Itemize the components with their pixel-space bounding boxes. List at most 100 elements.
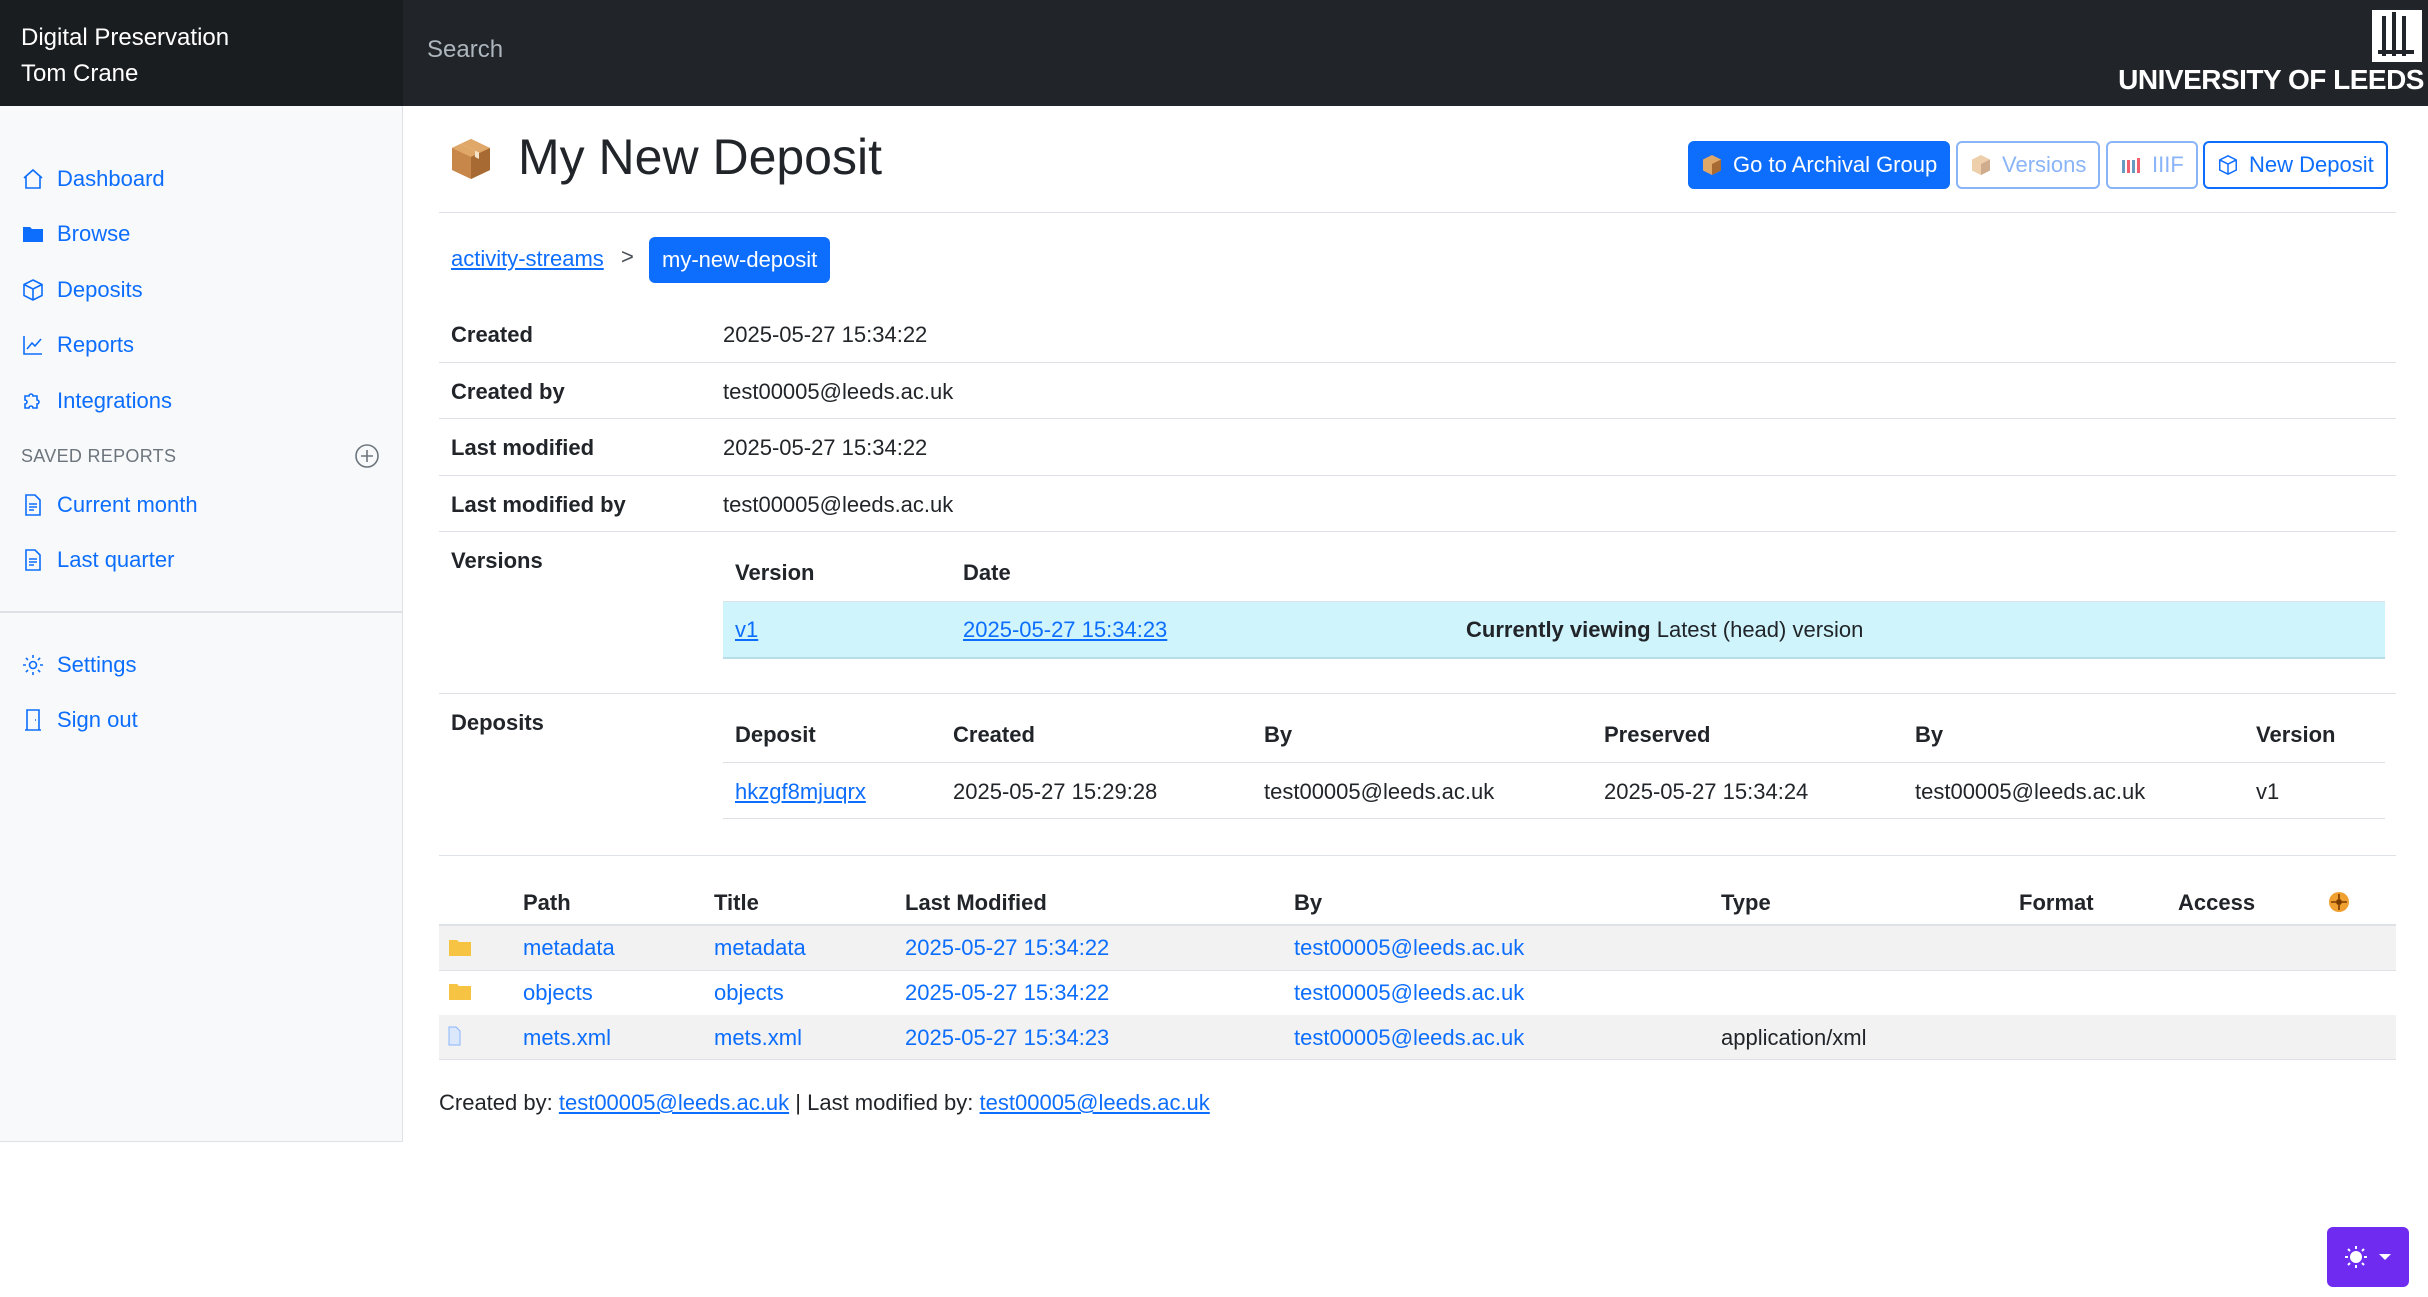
deposit-created: 2025-05-27 15:29:28 xyxy=(953,779,1158,804)
file-title-link[interactable]: mets.xml xyxy=(714,1025,802,1051)
deposit-preserved: 2025-05-27 15:34:24 xyxy=(1604,779,1809,804)
deposits-header-preserved: Preserved xyxy=(1604,722,1711,747)
created-by-label: Created by xyxy=(451,379,565,404)
package-icon xyxy=(1972,155,1990,175)
button-label: Versions xyxy=(2002,152,2087,177)
university-name: UNIVERSITY OF LEEDS xyxy=(2118,64,2424,95)
sidebar-item-label: Reports xyxy=(57,332,135,357)
house-icon xyxy=(23,168,43,189)
sun-icon xyxy=(2345,1246,2367,1268)
breadcrumb-current: my-new-deposit xyxy=(649,237,831,283)
file-modified[interactable]: 2025-05-27 15:34:22 xyxy=(905,935,1109,961)
sidebar-item-label: Settings xyxy=(57,652,137,677)
sidebar-item-last-quarter[interactable]: Last quarter xyxy=(21,540,174,580)
file-by[interactable]: test00005@leeds.ac.uk xyxy=(1294,1025,1524,1051)
sidebar-item-browse[interactable]: Browse xyxy=(21,214,130,254)
iiif-logo-icon xyxy=(2122,158,2140,173)
deposits-header-by2: By xyxy=(1915,722,1944,747)
file-by[interactable]: test00005@leeds.ac.uk xyxy=(1294,935,1524,961)
footer-separator: | xyxy=(795,1090,801,1115)
app-name: Digital Preservation xyxy=(21,24,230,51)
version-status: Currently viewing Latest (head) version xyxy=(1466,617,1863,643)
created-by-value: test00005@leeds.ac.uk xyxy=(723,379,954,404)
row-divider xyxy=(439,693,2396,694)
sidebar-item-label: Integrations xyxy=(57,388,172,413)
page-title: My New Deposit xyxy=(518,129,882,185)
currently-viewing-label: Currently viewing xyxy=(1466,617,1651,642)
sidebar-item-sign-out[interactable]: Sign out xyxy=(21,700,138,740)
file-modified[interactable]: 2025-05-27 15:34:22 xyxy=(905,980,1109,1006)
sidebar-item-label: Dashboard xyxy=(57,166,165,191)
row-divider xyxy=(439,475,2396,476)
files-header-path: Path xyxy=(523,890,571,915)
gear-icon xyxy=(23,655,43,675)
deposits-header-by: By xyxy=(1264,722,1293,747)
created-label: Created xyxy=(451,322,533,347)
sidebar-item-settings[interactable]: Settings xyxy=(21,645,137,685)
sidebar-item-integrations[interactable]: Integrations xyxy=(21,381,172,421)
deposit-version: v1 xyxy=(2256,779,2280,804)
user-name: Tom Crane xyxy=(21,60,139,87)
go-to-archival-group-button[interactable]: Go to Archival Group xyxy=(1688,141,1951,189)
page-footer: Created by: test00005@leeds.ac.uk | Last… xyxy=(439,1090,1210,1116)
puzzle-icon xyxy=(24,393,40,409)
footer-created-label: Created by: xyxy=(439,1090,553,1115)
breadcrumb-separator: > xyxy=(621,244,634,269)
created-value: 2025-05-27 15:34:22 xyxy=(723,322,928,347)
version-status-text: Latest (head) version xyxy=(1656,617,1864,642)
file-path-link[interactable]: mets.xml xyxy=(523,1025,611,1051)
file-modified[interactable]: 2025-05-27 15:34:23 xyxy=(905,1025,1109,1051)
package-icon xyxy=(1703,155,1721,175)
row-divider xyxy=(723,818,2385,819)
door-icon xyxy=(25,709,41,731)
folder-icon xyxy=(23,227,43,242)
iiif-button[interactable]: IIIF xyxy=(2106,141,2198,189)
last-modified-label: Last modified xyxy=(451,435,595,460)
sidebar-item-dashboard[interactable]: Dashboard xyxy=(21,159,165,199)
file-path-link[interactable]: metadata xyxy=(523,935,615,961)
sidebar-item-current-month[interactable]: Current month xyxy=(21,485,198,525)
file-path-link[interactable]: objects xyxy=(523,980,593,1006)
sidebar-item-deposits[interactable]: Deposits xyxy=(21,270,143,310)
versions-header-date: Date xyxy=(963,560,1011,585)
row-divider xyxy=(723,762,2385,763)
file-type: application/xml xyxy=(1721,1025,1867,1050)
deposit-preserved-by: test00005@leeds.ac.uk xyxy=(1915,779,2146,804)
last-modified-by-value: test00005@leeds.ac.uk xyxy=(723,492,954,517)
new-deposit-button[interactable]: New Deposit xyxy=(2203,141,2388,189)
version-date-link[interactable]: 2025-05-27 15:34:23 xyxy=(963,617,1167,643)
section-divider xyxy=(439,855,2396,856)
deposit-link[interactable]: hkzgf8mjuqrx xyxy=(735,779,866,805)
file-icon xyxy=(448,1026,461,1046)
sidebar-item-label: Deposits xyxy=(57,277,143,302)
document-icon xyxy=(25,549,41,571)
university-crest-icon xyxy=(2372,10,2422,62)
last-modified-by-label: Last modified by xyxy=(451,492,626,517)
row-divider xyxy=(439,362,2396,363)
brand[interactable]: Digital Preservation Tom Crane xyxy=(0,0,403,106)
file-by[interactable]: test00005@leeds.ac.uk xyxy=(1294,980,1524,1006)
saved-reports-header: SAVED REPORTS xyxy=(21,446,177,466)
search-input[interactable]: Search xyxy=(427,36,503,64)
file-title-link[interactable]: metadata xyxy=(714,935,806,961)
sidebar-item-label: Browse xyxy=(57,221,131,246)
sidebar-divider xyxy=(0,611,403,613)
add-report-icon[interactable] xyxy=(354,443,380,469)
box-icon xyxy=(2219,155,2237,175)
package-icon xyxy=(452,139,490,179)
versions-label: Versions xyxy=(451,548,543,573)
version-link[interactable]: v1 xyxy=(735,617,758,643)
versions-button[interactable]: Versions xyxy=(1956,141,2101,189)
sidebar-item-label: Current month xyxy=(57,492,198,517)
breadcrumb-parent-link[interactable]: activity-streams xyxy=(451,246,604,272)
footer-modified-by-link[interactable]: test00005@leeds.ac.uk xyxy=(980,1090,1210,1115)
deposits-header-created: Created xyxy=(953,722,1035,747)
file-title-link[interactable]: objects xyxy=(714,980,784,1006)
header-divider xyxy=(439,212,2396,213)
sidebar-item-label: Sign out xyxy=(57,707,138,732)
files-header-by: By xyxy=(1294,890,1323,915)
sidebar-item-reports[interactable]: Reports xyxy=(21,325,134,365)
graph-icon xyxy=(23,336,42,355)
footer-created-by-link[interactable]: test00005@leeds.ac.uk xyxy=(559,1090,789,1115)
theme-toggle-button[interactable] xyxy=(2327,1227,2409,1287)
